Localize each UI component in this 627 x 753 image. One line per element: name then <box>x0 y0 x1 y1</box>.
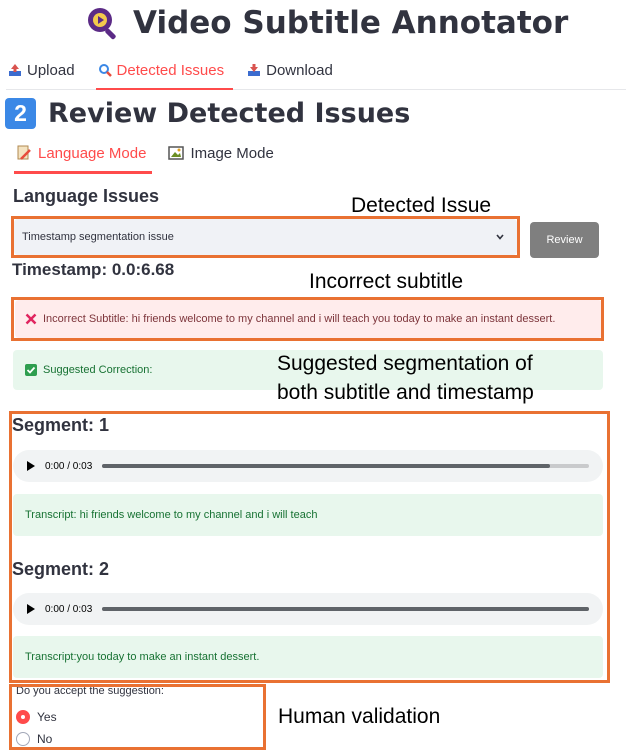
tab-language-mode[interactable]: Language Mode <box>14 134 153 174</box>
tab-upload-label: Upload <box>27 61 75 79</box>
app-header: Video Subtitle Annotator <box>85 4 568 42</box>
annotation-incorrect-subtitle: Incorrect subtitle <box>309 270 464 293</box>
annotation-human-validation: Human validation <box>278 705 441 728</box>
review-button[interactable]: Review <box>530 222 599 258</box>
tab-image-mode-label: Image Mode <box>190 144 274 162</box>
download-icon <box>248 64 261 76</box>
app-title: Video Subtitle Annotator <box>133 5 569 41</box>
tab-download-label: Download <box>266 61 333 79</box>
step-number-badge: 2 <box>5 98 36 129</box>
section-title: Review Detected Issues <box>48 98 411 129</box>
timestamp-label: Timestamp: 0.0:6.68 <box>12 260 175 279</box>
tab-detected-issues-label: Detected Issues <box>116 61 225 79</box>
image-frame-icon <box>168 146 185 160</box>
annotation-box-incorrect-subtitle <box>11 297 604 341</box>
mode-tab-bar: Language Mode Image Mode <box>14 134 620 174</box>
suggested-correction-text: Suggested Correction: <box>43 364 153 376</box>
tab-language-mode-label: Language Mode <box>38 144 147 162</box>
annotation-box-segments <box>9 411 610 683</box>
pencil-icon <box>17 145 31 160</box>
annotation-suggested-line1: Suggested segmentation of <box>277 352 533 375</box>
annotation-box-detected-issue <box>11 216 520 258</box>
search-icon <box>98 64 112 77</box>
section-header: 2 Review Detected Issues <box>5 98 410 129</box>
upload-icon <box>9 64 21 76</box>
check-icon <box>25 364 37 376</box>
tab-image-mode[interactable]: Image Mode <box>166 134 279 172</box>
tab-detected-issues[interactable]: Detected Issues <box>95 52 234 90</box>
main-tab-bar: Upload Detected Issues Download <box>6 52 626 90</box>
annotation-box-validation <box>9 684 266 750</box>
magnifier-video-icon <box>85 5 121 41</box>
tab-upload[interactable]: Upload <box>6 52 84 88</box>
annotation-detected-issue: Detected Issue <box>351 194 492 217</box>
language-issues-label: Language Issues <box>13 186 160 206</box>
tab-download[interactable]: Download <box>245 52 342 88</box>
annotation-suggested-line2: both subtitle and timestamp <box>277 381 534 404</box>
